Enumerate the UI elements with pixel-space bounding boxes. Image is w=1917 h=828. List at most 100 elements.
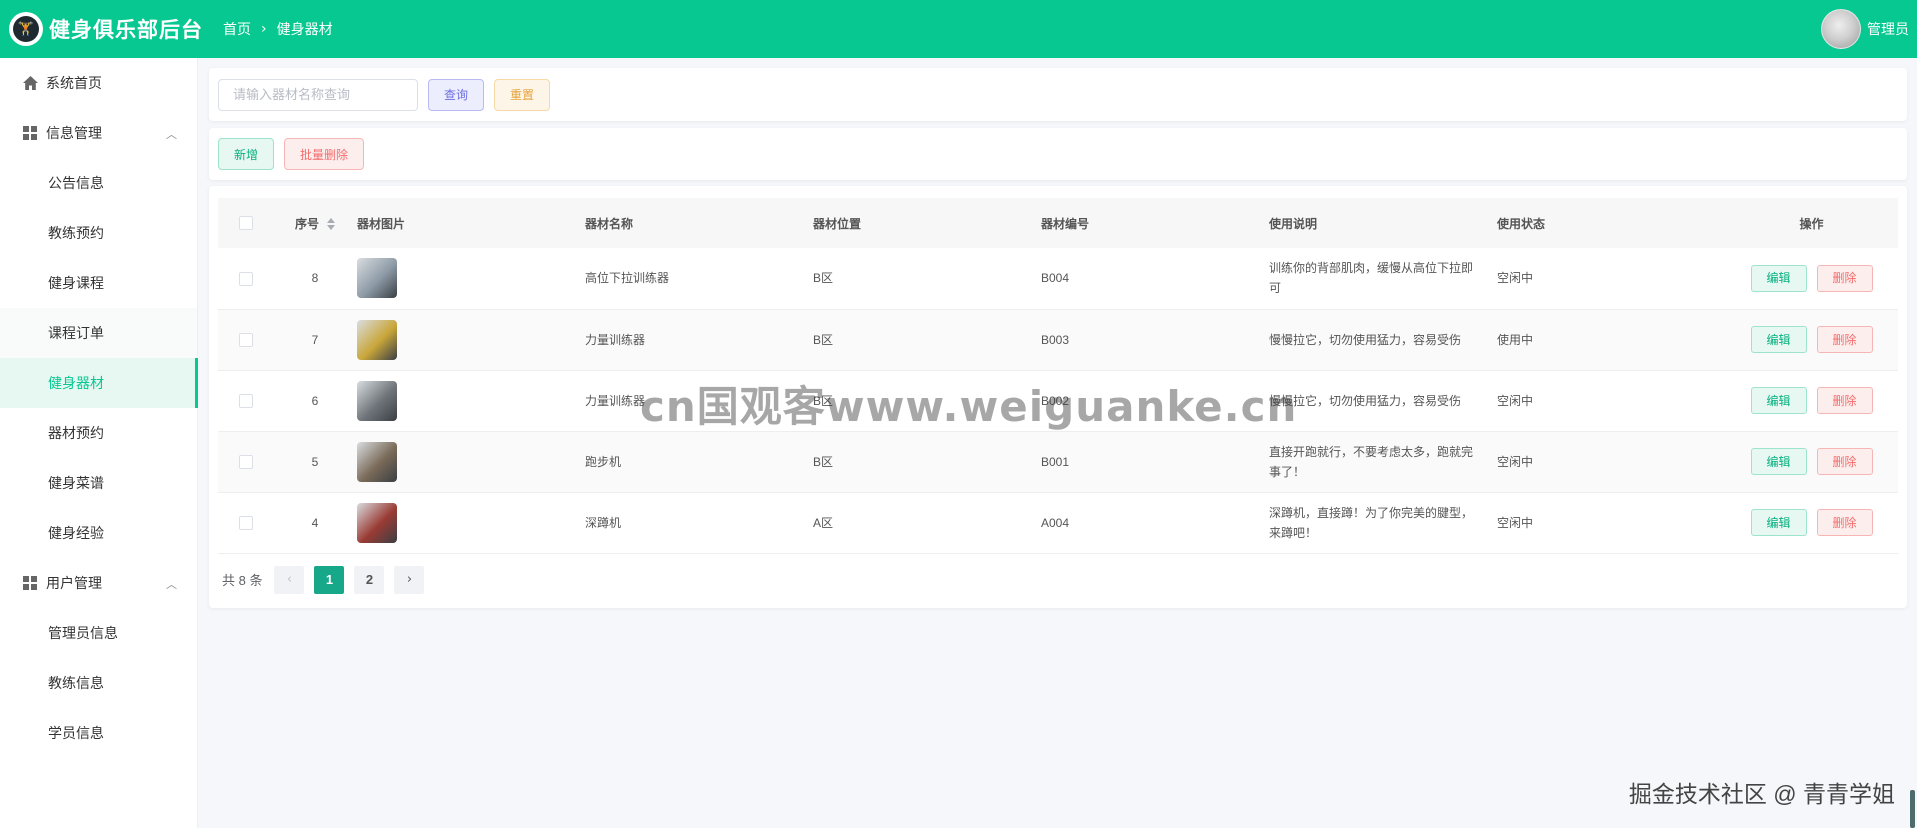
equipment-image[interactable] <box>357 258 397 299</box>
cell-status: 使用中 <box>1497 309 1725 371</box>
grid-icon <box>22 125 38 141</box>
column-header-id[interactable]: 序号 <box>273 198 357 248</box>
cell-name: 力量训练器 <box>585 309 813 371</box>
top-header: 🏋 健身俱乐部后台 首页 › 健身器材 管理员 <box>0 0 1917 58</box>
pagination-total: 共 8 条 <box>222 573 263 588</box>
reset-button[interactable]: 重置 <box>494 78 551 111</box>
sidebar-item-label: 健身菜谱 <box>48 475 104 491</box>
batch-delete-button[interactable]: 批量删除 <box>284 138 364 170</box>
page-button-1[interactable]: 1 <box>314 565 345 594</box>
table-body: 8 高位下拉训练器 B区 B004 训练你的背部肌肉，缓慢从高位下拉即可 空闲中 编辑 删除 7… <box>218 248 1898 554</box>
column-header-location: 器材位置 <box>813 216 862 231</box>
sidebar-item-coaches[interactable]: 教练信息 <box>0 658 197 708</box>
sidebar-group-info[interactable]: 信息管理 ︿ <box>0 108 197 158</box>
avatar[interactable] <box>1821 9 1861 49</box>
edit-button[interactable]: 编辑 <box>1750 264 1807 292</box>
sidebar-item-members[interactable]: 学员信息 <box>0 708 197 758</box>
cell-description: 训练你的背部肌肉，缓慢从高位下拉即可 <box>1269 261 1474 296</box>
logo: 🏋 <box>9 12 43 46</box>
delete-button[interactable]: 删除 <box>1816 448 1873 475</box>
row-checkbox[interactable] <box>238 333 253 348</box>
row-checkbox[interactable] <box>238 516 253 531</box>
equipment-image[interactable] <box>357 319 397 360</box>
scrollbar-thumb[interactable] <box>1910 790 1915 828</box>
cell-location: A区 <box>813 492 1041 554</box>
cell-description: 慢慢拉它，切勿使用猛力，容易受伤 <box>1269 393 1462 408</box>
column-header-code: 器材编号 <box>1041 216 1090 231</box>
sidebar-item-admins[interactable]: 管理员信息 <box>0 608 197 658</box>
delete-button[interactable]: 删除 <box>1816 387 1873 414</box>
equipment-image[interactable] <box>357 441 397 482</box>
cell-name: 力量训练器 <box>585 370 813 432</box>
cell-id: 5 <box>273 431 357 493</box>
delete-button[interactable]: 删除 <box>1816 264 1873 292</box>
cell-name: 跑步机 <box>585 431 813 493</box>
edit-button[interactable]: 编辑 <box>1750 509 1807 536</box>
sidebar-item-label: 学员信息 <box>48 725 104 741</box>
edit-button[interactable]: 编辑 <box>1750 326 1807 353</box>
row-checkbox[interactable] <box>238 455 253 470</box>
add-button[interactable]: 新增 <box>218 138 274 170</box>
table-row: 5 跑步机 B区 B001 直接开跑就行，不要考虑太多，跑就完事了！ 空闲中 编辑 删除 <box>218 431 1898 493</box>
cell-code: B001 <box>1041 431 1269 493</box>
cell-status: 空闲中 <box>1497 248 1725 310</box>
chevron-left-icon[interactable]: ‹ <box>274 565 305 594</box>
cell-code: B004 <box>1041 248 1269 310</box>
cell-location: B区 <box>813 248 1041 310</box>
search-input[interactable] <box>218 78 418 111</box>
cell-description: 直接开跑就行，不要考虑太多，跑就完事了！ <box>1269 444 1474 479</box>
column-header-name: 器材名称 <box>585 216 634 231</box>
cell-id: 4 <box>273 492 357 554</box>
user-menu[interactable]: 管理员 <box>1821 9 1909 49</box>
column-header-status: 使用状态 <box>1497 216 1546 231</box>
equipment-image[interactable] <box>357 380 397 421</box>
sidebar-item-equipment-booking[interactable]: 器材预约 <box>0 408 197 458</box>
sidebar-item-label: 健身经验 <box>48 525 104 541</box>
sidebar-item-equipment[interactable]: 健身器材 <box>0 358 198 408</box>
sidebar-item-notice[interactable]: 公告信息 <box>0 158 197 208</box>
row-checkbox[interactable] <box>238 272 253 287</box>
chevron-up-icon: ︿ <box>166 578 177 591</box>
search-bar: 查询 重置 <box>209 68 1907 121</box>
cell-description: 深蹲机，直接蹲！为了你完美的腱型，来蹲吧！ <box>1269 505 1474 540</box>
delete-button[interactable]: 删除 <box>1816 326 1873 353</box>
sidebar: 系统首页 信息管理 ︿ 公告信息 教练预约 健身课程 课程订单 健身器材 器材预… <box>0 58 198 828</box>
cell-code: B003 <box>1041 309 1269 371</box>
user-name[interactable]: 管理员 <box>1867 19 1909 39</box>
table-row: 7 力量训练器 B区 B003 慢慢拉它，切勿使用猛力，容易受伤 使用中 编辑 删除 <box>218 309 1898 371</box>
sidebar-item-course-orders[interactable]: 课程订单 <box>0 308 197 358</box>
sidebar-item-home[interactable]: 系统首页 <box>0 58 197 108</box>
grid-icon <box>22 575 38 591</box>
edit-button[interactable]: 编辑 <box>1750 448 1807 475</box>
breadcrumb-home[interactable]: 首页 <box>223 19 251 39</box>
column-header-actions: 操作 <box>1799 216 1824 231</box>
delete-button[interactable]: 删除 <box>1816 509 1873 536</box>
row-actions: 编辑 删除 <box>1725 448 1898 475</box>
cell-name: 高位下拉训练器 <box>585 248 813 310</box>
sort-icon[interactable] <box>327 218 335 231</box>
breadcrumb-current: 健身器材 <box>276 21 333 37</box>
sidebar-item-label: 用户管理 <box>46 575 102 591</box>
watermark-bottom-right: 掘金技术社区 @ 青青学姐 <box>1628 781 1895 807</box>
page-button-2[interactable]: 2 <box>354 565 385 594</box>
select-all-checkbox[interactable] <box>238 216 253 231</box>
table-header-row: 序号 器材图片 器材名称 器材位置 器材编号 使用说明 使用状态 操作 <box>218 198 1898 248</box>
row-checkbox[interactable] <box>238 394 253 409</box>
cell-location: B区 <box>813 309 1041 371</box>
cell-code: A004 <box>1041 492 1269 554</box>
sidebar-item-coach-booking[interactable]: 教练预约 <box>0 208 197 258</box>
equipment-table: 序号 器材图片 器材名称 器材位置 器材编号 使用说明 使用状态 操作 8 高位下… <box>218 198 1898 554</box>
equipment-image[interactable] <box>357 502 397 543</box>
column-header-image: 器材图片 <box>357 216 406 231</box>
row-actions: 编辑 删除 <box>1725 326 1898 353</box>
table-row: 6 力量训练器 B区 B002 慢慢拉它，切勿使用猛力，容易受伤 空闲中 编辑 删除 <box>218 370 1898 432</box>
sidebar-item-experience[interactable]: 健身经验 <box>0 508 197 558</box>
query-button[interactable]: 查询 <box>428 78 485 111</box>
sidebar-item-label: 公告信息 <box>48 175 104 191</box>
sidebar-group-users[interactable]: 用户管理 ︿ <box>0 558 197 608</box>
sidebar-item-courses[interactable]: 健身课程 <box>0 258 197 308</box>
sidebar-item-recipes[interactable]: 健身菜谱 <box>0 458 197 508</box>
chevron-right-icon[interactable]: › <box>394 565 425 594</box>
action-bar: 新增 批量删除 <box>209 128 1907 180</box>
edit-button[interactable]: 编辑 <box>1750 387 1807 414</box>
